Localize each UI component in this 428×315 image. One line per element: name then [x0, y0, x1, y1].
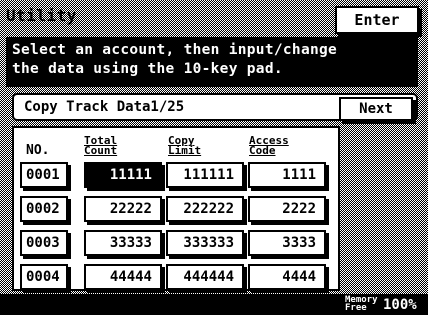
- copy-track-page-label: Copy Track Data1/25: [24, 99, 185, 115]
- message-line-2: the data using the 10-key pad.: [12, 61, 283, 77]
- access-code-cell[interactable]: 1111: [248, 162, 326, 188]
- copy-limit-cell[interactable]: 111111: [166, 162, 244, 188]
- access-code-cell[interactable]: 3333: [248, 230, 326, 256]
- total-count-cell[interactable]: 33333: [84, 230, 162, 256]
- column-header-access-line2: Code: [249, 144, 276, 157]
- account-table: NO. Total Count Copy Limit Access Code 0…: [12, 126, 340, 291]
- access-code-cell[interactable]: 4444: [248, 264, 326, 290]
- memory-free-value: 100%: [383, 297, 417, 313]
- total-count-cell[interactable]: 44444: [84, 264, 162, 290]
- message-line-1: Select an account, then input/change: [12, 42, 338, 58]
- copy-limit-cell[interactable]: 222222: [166, 196, 244, 222]
- copy-limit-cell[interactable]: 333333: [166, 230, 244, 256]
- column-header-copy-limit: Copy Limit: [168, 135, 202, 157]
- copy-limit-cell[interactable]: 444444: [166, 264, 244, 290]
- column-header-access-code: Access Code: [249, 135, 289, 157]
- account-no-cell[interactable]: 0002: [20, 196, 68, 222]
- column-header-copy-line2: Limit: [168, 144, 202, 157]
- column-header-total-count: Total Count: [84, 135, 118, 157]
- account-no-cell[interactable]: 0003: [20, 230, 68, 256]
- account-no-cell[interactable]: 0001: [20, 162, 68, 188]
- instruction-message: Select an account, then input/change the…: [6, 37, 418, 87]
- copy-track-header: Copy Track Data1/25 Next: [12, 93, 418, 121]
- utility-screen: Utility Enter Select an account, then in…: [0, 0, 428, 315]
- access-code-cell[interactable]: 2222: [248, 196, 326, 222]
- memory-label-line2: Free: [345, 303, 367, 313]
- total-count-cell[interactable]: 11111: [84, 162, 162, 188]
- total-count-cell[interactable]: 22222: [84, 196, 162, 222]
- account-no-cell[interactable]: 0004: [20, 264, 68, 290]
- screen-title: Utility: [6, 6, 77, 25]
- column-header-total-line2: Count: [84, 144, 118, 157]
- column-header-no: NO.: [26, 143, 50, 158]
- title-bar: Utility Enter: [0, 0, 428, 35]
- memory-free-label: Memory Free: [345, 296, 378, 313]
- enter-button[interactable]: Enter: [335, 6, 419, 34]
- next-button[interactable]: Next: [339, 97, 413, 121]
- status-footer: Memory Free 100%: [0, 294, 428, 315]
